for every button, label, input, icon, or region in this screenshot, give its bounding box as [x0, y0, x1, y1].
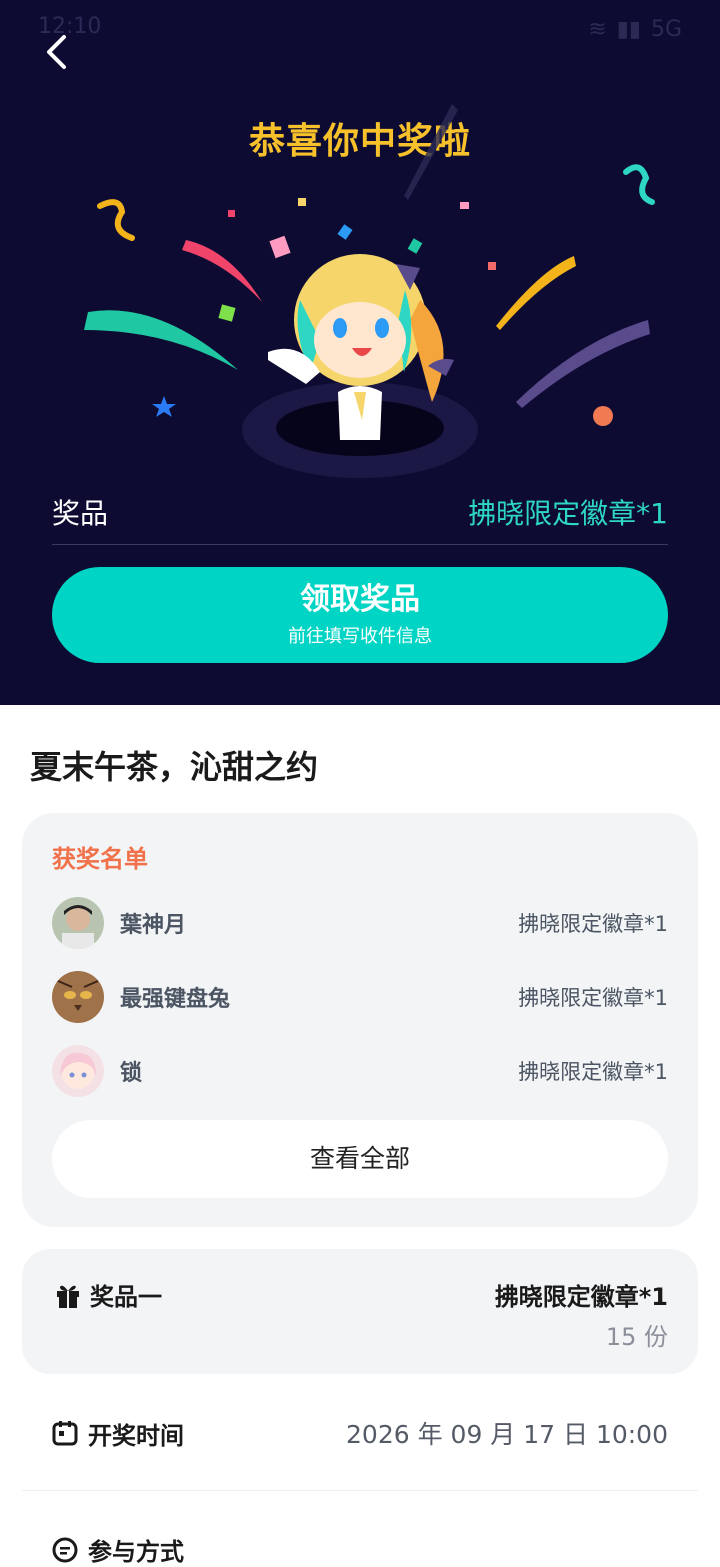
avatar: [52, 897, 104, 949]
prize-card-label: 奖品一: [90, 1283, 162, 1311]
prize-label: 奖品: [52, 497, 109, 530]
message-icon: [52, 1537, 78, 1562]
divider: [22, 1490, 698, 1491]
prize-value: 拂晓限定徽章*1: [468, 497, 668, 530]
claim-prize-button[interactable]: 领取奖品 前往填写收件信息: [52, 567, 668, 663]
join-method-row: 参与方式: [52, 1532, 184, 1567]
winner-name: 最强键盘兔: [120, 987, 231, 1012]
draw-time-row: 开奖时间 2026 年 09 月 17 日 10:00: [52, 1412, 668, 1454]
prize-card: 奖品一 拂晓限定徽章*1 15 份: [22, 1249, 698, 1374]
gift-icon: [57, 1285, 79, 1308]
winner-name: 葉神月: [120, 913, 187, 938]
winners-card: 获奖名单 葉神月 拂晓限定徽章*1 最强键盘兔 拂晓限定徽章*1 锁 拂晓限定徽…: [22, 813, 698, 1227]
join-method-label: 参与方式: [88, 1538, 184, 1566]
winner-prize: 拂晓限定徽章*1: [518, 986, 668, 1010]
list-item[interactable]: 最强键盘兔 拂晓限定徽章*1: [52, 971, 668, 1023]
prize-info-row: 奖品 拂晓限定徽章*1: [52, 480, 668, 545]
draw-time-label: 开奖时间: [88, 1421, 184, 1450]
list-item[interactable]: 葉神月 拂晓限定徽章*1: [52, 897, 668, 949]
event-title: 夏末午茶，沁甜之约: [30, 748, 319, 786]
claim-title: 领取奖品: [300, 582, 420, 617]
claim-subtitle: 前往填写收件信息: [288, 626, 432, 647]
avatar: [52, 971, 104, 1023]
view-all-button[interactable]: 查看全部: [52, 1120, 668, 1198]
avatar: [52, 1045, 104, 1097]
winner-prize: 拂晓限定徽章*1: [518, 912, 668, 936]
hero-banner: 12:10 ≋ ▮▮ 5G 恭喜你中奖啦 奖品 拂晓限定徽章*1 领取奖品 前往…: [0, 0, 720, 705]
draw-time-value: 2026 年 09 月 17 日 10:00: [346, 1420, 668, 1449]
prize-card-count: 15 份: [605, 1323, 668, 1351]
calendar-icon: [52, 1421, 78, 1446]
winners-heading: 获奖名单: [52, 845, 148, 873]
winner-name: 锁: [120, 1061, 143, 1086]
prize-card-name: 拂晓限定徽章*1: [494, 1283, 668, 1311]
list-item[interactable]: 锁 拂晓限定徽章*1: [52, 1045, 668, 1097]
winner-prize: 拂晓限定徽章*1: [518, 1060, 668, 1084]
